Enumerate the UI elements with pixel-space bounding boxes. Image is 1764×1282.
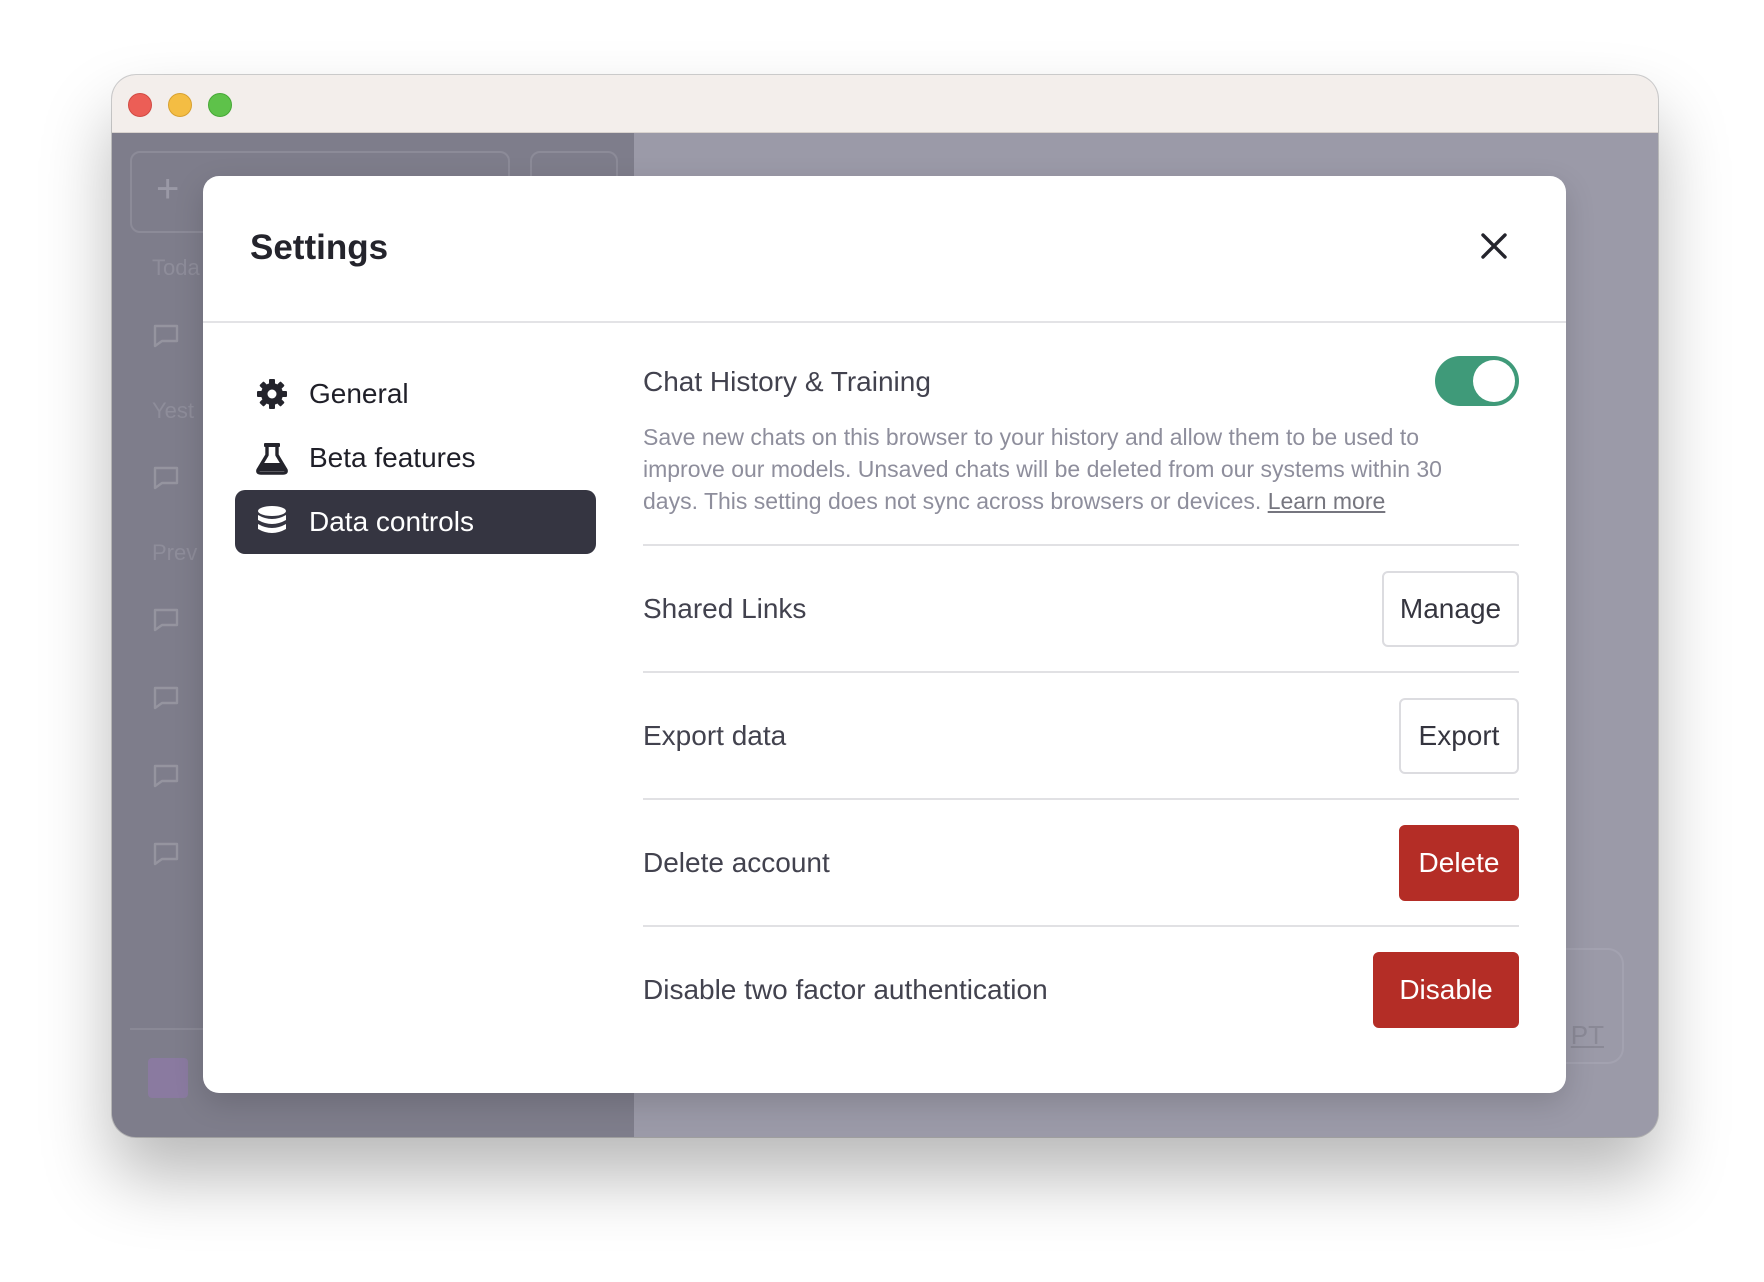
chat-bubble-icon [153, 686, 179, 710]
nav-item-label: Beta features [309, 442, 476, 473]
nav-item-data-controls[interactable]: Data controls [235, 490, 596, 554]
export-data-label: Export data [643, 719, 787, 751]
database-icon [253, 503, 291, 541]
sidebar-section-label: Toda [152, 255, 200, 280]
disable-2fa-row: Disable two factor authentication Disabl… [643, 927, 1519, 1052]
window-minimize-button[interactable] [168, 93, 192, 117]
delete-account-label: Delete account [643, 846, 830, 878]
toggle-knob [1473, 360, 1515, 402]
chat-history-toggle[interactable] [1435, 356, 1519, 406]
settings-dialog: Settings General Beta features Data cont… [203, 176, 1566, 1093]
avatar [148, 1058, 188, 1098]
close-icon[interactable] [1476, 228, 1512, 264]
shared-links-label: Shared Links [643, 592, 807, 624]
nav-item-label: General [309, 378, 409, 409]
nav-item-general[interactable]: General [235, 362, 596, 426]
chat-bubble-icon [153, 842, 179, 866]
gear-icon [253, 375, 291, 413]
chat-history-description: Save new chats on this browser to your h… [643, 421, 1503, 517]
chat-bubble-icon [153, 324, 179, 348]
shared-links-row: Shared Links Manage [643, 546, 1519, 673]
chat-bubble-icon [153, 764, 179, 788]
chat-history-title: Chat History & Training [643, 366, 931, 397]
nav-item-label: Data controls [309, 506, 474, 537]
chat-bubble-icon [153, 608, 179, 632]
disable-button[interactable]: Disable [1373, 951, 1519, 1028]
delete-button[interactable]: Delete [1399, 824, 1519, 901]
window-zoom-button[interactable] [208, 93, 232, 117]
settings-nav: General Beta features Data controls [235, 362, 596, 554]
manage-button[interactable]: Manage [1382, 570, 1519, 647]
export-button[interactable]: Export [1399, 697, 1519, 774]
flask-icon [253, 439, 291, 477]
delete-account-row: Delete account Delete [643, 800, 1519, 927]
learn-more-link[interactable]: Learn more [1268, 488, 1386, 514]
dialog-title: Settings [250, 228, 389, 267]
chat-bubble-icon [153, 466, 179, 490]
chat-history-setting: Chat History & Training Save new chats o… [643, 326, 1519, 546]
window-close-button[interactable] [128, 93, 152, 117]
window-titlebar [112, 75, 1658, 133]
nav-item-beta-features[interactable]: Beta features [235, 426, 596, 490]
plus-icon: + [156, 167, 180, 211]
settings-header: Settings [203, 176, 1566, 323]
sidebar-section-label: Prev [152, 540, 198, 565]
export-data-row: Export data Export [643, 673, 1519, 800]
disable-2fa-label: Disable two factor authentication [643, 973, 1048, 1005]
background-footer-link: PT [1570, 1020, 1604, 1050]
data-controls-panel: Chat History & Training Save new chats o… [643, 326, 1519, 1052]
sidebar-section-label: Yest [152, 398, 195, 423]
